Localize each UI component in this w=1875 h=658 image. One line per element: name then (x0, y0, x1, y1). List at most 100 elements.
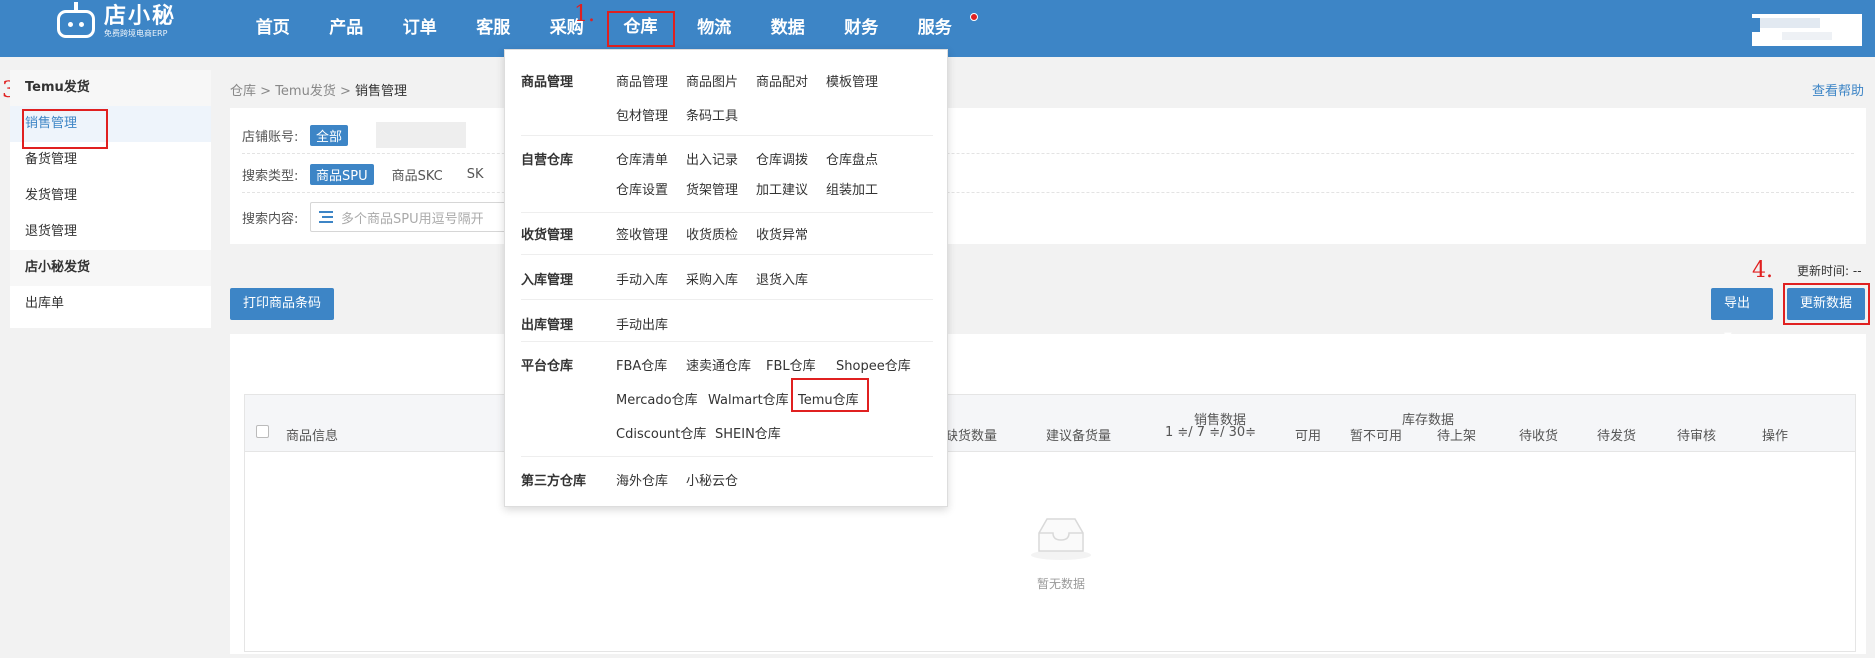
annotation-box-temu (791, 378, 869, 412)
nav-order[interactable]: 订单 (383, 0, 457, 57)
col-shortage[interactable]: 缺货数量 (945, 425, 997, 444)
dd-link[interactable]: 海外仓库 (616, 470, 668, 489)
annotation-box-update (1783, 283, 1870, 325)
breadcrumb: 仓库 > Temu发货 > 销售管理 (230, 80, 407, 99)
logo[interactable]: 店小秘 免费跨境电商ERP (52, 0, 176, 44)
shop-label: 店铺账号: (242, 129, 299, 145)
search-type-sku[interactable]: SK (461, 166, 490, 183)
select-all-checkbox[interactable] (256, 425, 269, 438)
notification-dot-icon (969, 13, 978, 21)
breadcrumb-separator: > (339, 84, 351, 99)
col-sales-periods[interactable]: 1 ≑/ 7 ≑/ 30≑ (1165, 425, 1256, 440)
col-to-shelf[interactable]: 待上架 (1437, 425, 1476, 444)
search-type-spu[interactable]: 商品SPU (310, 164, 374, 185)
list-icon (319, 211, 333, 223)
search-type-skc[interactable]: 商品SKC (386, 164, 449, 185)
search-content-label: 搜索内容: (242, 211, 299, 227)
dd-link[interactable]: 速卖通仓库 (686, 355, 751, 374)
warehouse-dropdown-menu: 商品管理 商品管理 商品图片 商品配对 模板管理 包材管理 条码工具 自营仓库 … (504, 49, 948, 507)
dd-link[interactable]: 退货入库 (756, 269, 808, 288)
table-header: 商品信息 缺货数量 建议备货量 销售数据 1 ≑/ 7 ≑/ 30≑ 库存数据 … (245, 395, 1855, 452)
dd-link[interactable]: Walmart仓库 (708, 389, 789, 408)
dd-link[interactable]: Shopee仓库 (836, 355, 911, 374)
col-operations: 操作 (1762, 429, 1789, 444)
dd-section-platform: 平台仓库 (521, 359, 574, 374)
breadcrumb-warehouse[interactable]: 仓库 (230, 84, 256, 99)
nav-home[interactable]: 首页 (236, 0, 310, 57)
print-barcode-button[interactable]: 打印商品条码 (230, 288, 335, 320)
nav-services-label: 服务 (917, 18, 952, 38)
dd-link[interactable]: 商品配对 (756, 71, 808, 90)
breadcrumb-separator: > (260, 84, 272, 99)
logo-title: 店小秘 (104, 4, 177, 29)
dd-link[interactable]: 出入记录 (686, 149, 738, 168)
annotation-4: 4. (1752, 258, 1773, 283)
dd-link[interactable]: 签收管理 (616, 224, 668, 243)
robot-logo-icon (52, 2, 100, 42)
nav-warehouse-label: 仓库 (623, 17, 658, 37)
col-available[interactable]: 可用 (1295, 425, 1321, 444)
breadcrumb-temu[interactable]: Temu发货 (275, 84, 336, 99)
shop-account-blurred[interactable] (376, 122, 467, 148)
dd-link[interactable]: 商品管理 (616, 71, 668, 90)
annotation-box-sales (22, 109, 108, 149)
dd-section-product: 商品管理 (521, 75, 574, 90)
sidebar-item-returns[interactable]: 退货管理 (10, 214, 211, 250)
sidebar-group-temu: Temu发货 (10, 70, 211, 106)
dd-link[interactable]: FBL仓库 (766, 355, 816, 374)
help-link[interactable]: 查看帮助 (1812, 80, 1864, 99)
dd-link[interactable]: 货架管理 (686, 179, 738, 198)
filter-panel: 店铺账号: 全部 搜索类型: 商品SPU 商品SKC SK 搜索内容: 多个商品… (230, 108, 1866, 244)
dd-link[interactable]: 收货质检 (686, 224, 738, 243)
dd-section-inbound: 入库管理 (521, 273, 574, 288)
dd-link[interactable]: 仓库调拨 (756, 149, 808, 168)
dd-link[interactable]: 包材管理 (616, 105, 668, 124)
dd-link[interactable]: 小秘云仓 (686, 470, 738, 489)
dd-link[interactable]: Mercado仓库 (616, 389, 698, 408)
shop-all-tag[interactable]: 全部 (310, 124, 349, 146)
dd-link[interactable]: 仓库设置 (616, 179, 668, 198)
dd-link[interactable]: Cdiscount仓库 (616, 423, 706, 442)
annotation-1: 1. (574, 2, 595, 27)
dd-link[interactable]: 手动出库 (616, 314, 668, 333)
export-label: 导出 (1724, 296, 1751, 311)
col-to-ship[interactable]: 待发货 (1597, 425, 1636, 444)
dd-link[interactable]: 采购入库 (686, 269, 738, 288)
dd-link[interactable]: FBA仓库 (616, 355, 667, 374)
dd-link[interactable]: 条码工具 (686, 105, 738, 124)
col-to-review[interactable]: 待审核 (1677, 425, 1716, 444)
dd-link[interactable]: 商品图片 (686, 71, 738, 90)
user-account-area[interactable] (1752, 14, 1862, 46)
empty-inbox-icon (1031, 518, 1091, 560)
dd-link[interactable]: 加工建议 (756, 179, 808, 198)
dd-link[interactable]: 手动入库 (616, 269, 668, 288)
dd-link[interactable]: 组装加工 (826, 179, 878, 198)
dd-section-receiving: 收货管理 (521, 228, 574, 243)
sidebar-item-shipping[interactable]: 发货管理 (10, 178, 211, 214)
sidebar-item-outbound[interactable]: 出库单 (10, 286, 211, 322)
dd-section-third-party: 第三方仓库 (521, 474, 587, 489)
sidebar: Temu发货 销售管理 备货管理 发货管理 退货管理 店小秘发货 出库单 (10, 70, 211, 328)
export-button[interactable]: 导出 ▼ (1711, 288, 1773, 342)
update-time: 更新时间: -- (1797, 264, 1862, 278)
dd-link[interactable]: 收货异常 (756, 224, 808, 243)
sales-table: 商品信息 缺货数量 建议备货量 销售数据 1 ≑/ 7 ≑/ 30≑ 库存数据 … (244, 394, 1856, 652)
empty-text: 暂无数据 (1036, 577, 1085, 591)
col-unavailable[interactable]: 暂不可用 (1350, 425, 1402, 444)
nav-warehouse[interactable]: 仓库 (606, 11, 675, 58)
sidebar-group-dxm: 店小秘发货 (10, 250, 211, 286)
col-suggest[interactable]: 建议备货量 (1046, 425, 1111, 444)
dd-link[interactable]: 仓库清单 (616, 149, 668, 168)
search-placeholder: 多个商品SPU用逗号隔开 (341, 211, 484, 227)
dd-link[interactable]: 仓库盘点 (826, 149, 878, 168)
breadcrumb-current: 销售管理 (355, 84, 408, 99)
search-type-label: 搜索类型: (242, 169, 299, 184)
search-content-input[interactable]: 多个商品SPU用逗号隔开 (310, 202, 510, 232)
nav-product[interactable]: 产品 (310, 0, 384, 57)
dd-link[interactable]: SHEIN仓库 (715, 423, 781, 442)
dd-section-own-warehouse: 自营仓库 (521, 153, 574, 168)
logo-subtitle: 免费跨境电商ERP (104, 29, 168, 38)
content-panel: 商品信息 缺货数量 建议备货量 销售数据 1 ≑/ 7 ≑/ 30≑ 库存数据 … (230, 334, 1866, 654)
col-to-receive[interactable]: 待收货 (1519, 425, 1558, 444)
dd-link[interactable]: 模板管理 (826, 71, 878, 90)
